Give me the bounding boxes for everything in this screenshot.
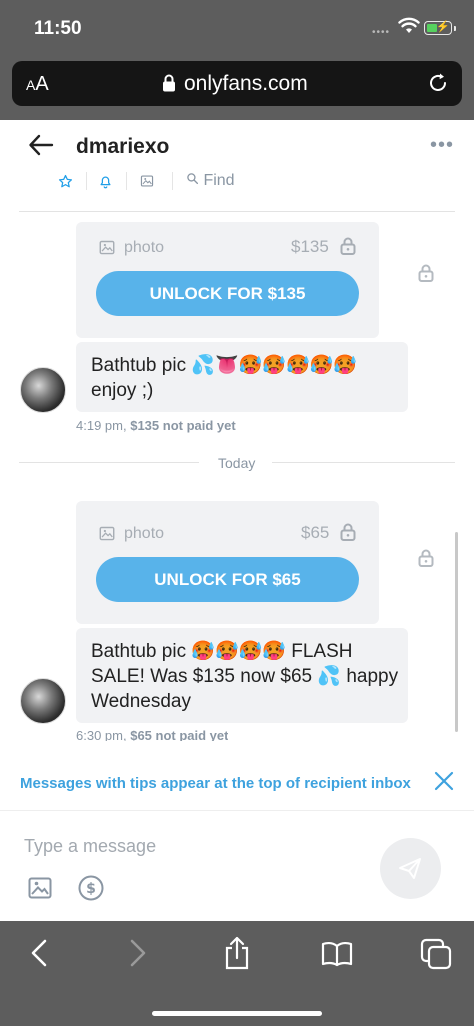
message-meta: 6:30 pm, $65 not paid yet [76, 728, 228, 741]
message-line: enjoy ;) [91, 380, 154, 401]
media-price: $65 [301, 523, 330, 542]
media-type-label: photo [124, 239, 165, 256]
divider-line [272, 462, 455, 463]
lock-icon [418, 549, 434, 572]
attach-image-icon[interactable] [28, 876, 52, 905]
photo-icon [98, 239, 116, 261]
cellular-signal-icon: •••• [372, 27, 391, 38]
bell-icon[interactable] [98, 174, 113, 192]
lock-icon [340, 523, 356, 546]
url-text[interactable]: onlyfans.com [184, 72, 308, 96]
avatar[interactable] [20, 367, 66, 413]
find-label: Find [203, 172, 235, 189]
tip-notice: Messages with tips appear at the top of … [20, 775, 411, 792]
share-icon[interactable] [224, 936, 250, 977]
find-button[interactable]: Find [186, 172, 235, 190]
header-separator [86, 172, 87, 190]
message-meta: 4:19 pm, $135 not paid yet [76, 418, 236, 433]
back-icon[interactable] [30, 938, 48, 975]
message-line: Bathtub pic 🥵🥵🥵🥵 FLASH [91, 641, 353, 662]
message-input[interactable] [24, 833, 354, 859]
message-text: Bathtub pic 💦👅🥵🥵🥵🥵🥵 enjoy ;) [91, 353, 357, 403]
tabs-icon[interactable] [420, 938, 452, 977]
header-separator [172, 172, 173, 190]
forward-icon[interactable] [129, 938, 147, 975]
star-icon[interactable] [58, 174, 73, 192]
photo-icon [98, 525, 116, 547]
scrollbar[interactable] [455, 532, 458, 732]
image-icon[interactable] [140, 174, 154, 191]
send-button[interactable] [380, 838, 441, 899]
padlock-icon [162, 74, 176, 97]
svg-text:$: $ [86, 881, 96, 897]
lock-icon [340, 237, 356, 260]
unlock-button[interactable]: UNLOCK FOR $135 [96, 271, 359, 316]
home-indicator [152, 1011, 322, 1016]
lock-icon [418, 264, 434, 287]
header-separator [126, 172, 127, 190]
aa-large-label: A [35, 73, 49, 95]
reader-options-button[interactable]: AA [26, 73, 49, 96]
bookmarks-icon[interactable] [321, 941, 353, 974]
search-icon [187, 173, 199, 185]
media-type-label: photo [124, 525, 165, 542]
close-icon[interactable] [434, 771, 454, 797]
dollar-icon[interactable]: $ [78, 875, 104, 906]
more-options-icon[interactable]: ••• [430, 134, 454, 157]
message-time: 6:30 pm, [76, 728, 127, 741]
message-text: Bathtub pic 🥵🥵🥵🥵 FLASH SALE! Was $135 no… [91, 639, 398, 714]
avatar[interactable] [20, 678, 66, 724]
chat-header [0, 120, 474, 212]
back-arrow-icon[interactable] [28, 132, 54, 165]
media-price: $135 [291, 237, 329, 256]
message-line: Wednesday [91, 691, 191, 712]
chat-username[interactable]: dmariexo [76, 135, 169, 159]
message-line: Bathtub pic 💦👅🥵🥵🥵🥵🥵 [91, 355, 357, 376]
payment-status: $65 not paid yet [130, 728, 229, 741]
battery-icon: ⚡ [424, 21, 456, 35]
unlock-button[interactable]: UNLOCK FOR $65 [96, 557, 359, 602]
status-time: 11:50 [34, 18, 82, 39]
message-line: SALE! Was $135 now $65 💦 happy [91, 666, 399, 687]
send-icon [399, 858, 421, 879]
message-time: 4:19 pm, [76, 418, 127, 433]
header-divider [19, 211, 455, 212]
reload-icon[interactable] [427, 72, 449, 100]
divider-line [19, 462, 199, 463]
aa-small-label: A [26, 77, 36, 93]
day-divider-label: Today [218, 455, 256, 471]
payment-status: $135 not paid yet [130, 418, 236, 433]
composer-divider [0, 810, 474, 811]
wifi-icon [398, 17, 420, 40]
